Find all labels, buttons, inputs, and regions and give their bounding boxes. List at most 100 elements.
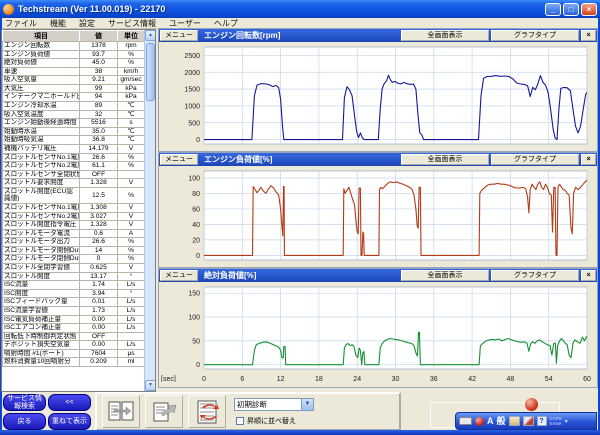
graph-type-button[interactable]: グラフタイプ [491,30,579,41]
chart-close-icon[interactable]: × [581,270,596,281]
chart-close-icon[interactable]: × [581,30,596,41]
table-row[interactable]: 始動時吸気温36.8℃ [3,136,145,145]
table-row[interactable]: エンジン始動後経過時間5516s [3,119,145,128]
table-row[interactable]: スロットル開度13.17° [3,272,145,281]
keyboard-icon[interactable] [459,417,472,425]
table-row[interactable]: デポジット損失空気量0.00L/s [3,341,145,350]
table-row[interactable]: 噴射時間 #1(ポート)7604μs [3,349,145,358]
table-row[interactable]: スロットル全閉学習値0.625V [3,264,145,273]
title-bar[interactable]: Techstream (Ver 11.00.019) - 22170 _ □ × [0,0,600,18]
table-row[interactable]: 車速38km/h [3,67,145,76]
ime-tools-icon[interactable] [509,416,520,426]
chart-menu-button[interactable]: メニュー [160,270,198,281]
svg-text:[sec]: [sec] [161,376,176,382]
ime-conversion-mode[interactable]: 般 [497,413,506,429]
table-row[interactable]: ISC流量学習値1.73L/s [3,306,145,315]
chart-plot-area: 020406080100 [159,166,597,278]
collapse-button[interactable]: << [48,394,91,411]
row-unit: V [118,221,145,230]
column-header-value[interactable]: 値 [80,31,118,42]
menu-function[interactable]: 機能 [50,18,66,29]
ime-help-icon[interactable]: ? [537,416,547,426]
table-row[interactable]: 始動時水温35.0℃ [3,127,145,136]
menu-file[interactable]: ファイル [5,18,37,29]
minimize-button[interactable]: _ [545,3,561,16]
menu-user[interactable]: ユーザー [169,18,201,29]
svg-text:2000: 2000 [184,70,200,77]
service-info-search-button[interactable]: サービス情報検索 [3,394,46,411]
table-row[interactable]: スロットル開度(ECU認識値)12.5% [3,187,145,203]
scroll-down-icon[interactable]: ▼ [145,380,156,391]
row-value: 93.7 [80,50,118,59]
diagnosis-mode-dropdown[interactable]: 初期診断 ▼ [234,398,314,411]
ime-pen-icon[interactable] [523,416,534,426]
table-row[interactable]: スロットルセンサ全閉状態OFF [3,170,145,179]
chart-title: 絶対負荷値[%] [200,270,399,281]
refresh-list-button[interactable] [188,395,226,428]
table-row[interactable]: スロットルセンサNo.1電圧比26.6% [3,153,145,162]
scrollbar-thumb[interactable] [146,43,155,101]
chart-menu-button[interactable]: メニュー [160,30,198,41]
ime-status-icon[interactable] [475,417,484,426]
fullscreen-button[interactable]: 全画面表示 [401,154,489,165]
table-row[interactable]: スロットルセンサNo.1電圧1.308V [3,203,145,212]
row-label: ISC流量 [3,281,80,290]
table-row[interactable]: スロットルモータ開側Duty比14% [3,246,145,255]
table-row[interactable]: 燃料消費量10回噴射分0.209ml [3,358,145,367]
table-row[interactable]: スロットル要求開度1.328V [3,179,145,188]
table-row[interactable]: スロットルモータ閉側Duty比0% [3,255,145,264]
table-row[interactable]: 吸入空気温度32℃ [3,110,145,119]
overlay-display-button[interactable]: 重ねて表示 [48,413,91,430]
table-row[interactable]: スロットルモータ出力26.6% [3,238,145,247]
ime-input-mode[interactable]: A [487,413,494,429]
chart-close-icon[interactable]: × [581,154,596,165]
table-row[interactable]: ISCフィードバック量0.01L/s [3,298,145,307]
ime-options-chevron-icon[interactable]: ▾ [565,418,568,425]
column-header-unit[interactable]: 単位 [118,31,145,42]
graph-type-button[interactable]: グラフタイプ [491,270,579,281]
row-label: エンジン回転数 [3,42,80,51]
dropdown-arrow-icon[interactable]: ▼ [301,399,313,410]
table-row[interactable]: インテークマニホールド圧94kPa [3,93,145,102]
menu-service-info[interactable]: サービス情報 [108,18,156,29]
row-unit: ml [118,358,145,367]
table-row[interactable]: スロットル開度指令電圧1.328V [3,221,145,230]
svg-text:36: 36 [430,376,438,382]
table-row[interactable]: スロットルセンサNo.2電圧比61.1% [3,162,145,171]
graph-type-button[interactable]: グラフタイプ [491,154,579,165]
table-row[interactable]: エンジン冷却水温89℃ [3,102,145,111]
table-row[interactable]: スロットルセンサNo.2電圧3.027V [3,212,145,221]
sort-ascending-checkbox[interactable] [236,417,244,425]
table-row[interactable]: スロットルモータ電流0.6A [3,229,145,238]
row-value: 0.00 [80,324,118,333]
table-row[interactable]: ISC開度3.94° [3,289,145,298]
fullscreen-button[interactable]: 全画面表示 [401,30,489,41]
table-row[interactable]: 絶対負荷値45.0% [3,59,145,68]
table-row[interactable]: ISCエアコン補正量0.00L/s [3,324,145,333]
table-row[interactable]: ISC電気負荷補正量0.00L/s [3,315,145,324]
row-label: エンジン負荷値 [3,50,80,59]
page-arrow-icon [151,400,177,424]
data-list-view-button[interactable] [102,395,140,428]
svg-text:18: 18 [315,376,323,382]
table-row[interactable]: 回転低下時制御判定状態OFF [3,332,145,341]
chart-menu-button[interactable]: メニュー [160,154,198,165]
row-label: ISC流量学習値 [3,306,80,315]
scroll-up-icon[interactable]: ▲ [145,30,156,41]
table-row[interactable]: エンジン負荷値93.7% [3,50,145,59]
menu-settings[interactable]: 設定 [79,18,95,29]
column-header-item[interactable]: 項目 [3,31,80,42]
table-scrollbar[interactable]: ▲ ▼ [144,30,155,391]
menu-help[interactable]: ヘルプ [214,18,238,29]
row-unit: μs [118,349,145,358]
close-button[interactable]: × [581,3,597,16]
back-button[interactable]: 戻る [3,413,46,430]
table-row[interactable]: エンジン回転数1378rpm [3,42,145,51]
table-row[interactable]: 吸入空気量9.21gm/sec [3,76,145,85]
table-row[interactable]: 大気圧99kPa [3,84,145,93]
table-row[interactable]: ISC流量1.74L/s [3,281,145,290]
fullscreen-button[interactable]: 全画面表示 [401,270,489,281]
maximize-button[interactable]: □ [563,3,579,16]
table-row[interactable]: 補機バッテリ電圧14.179V [3,144,145,153]
snapshot-button[interactable] [145,395,183,428]
